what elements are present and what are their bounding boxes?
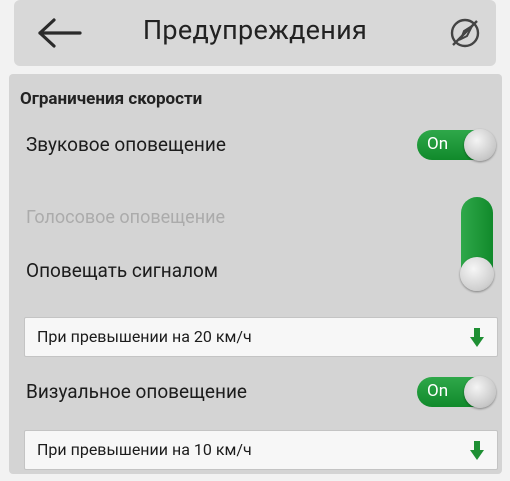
arrow-left-icon	[38, 18, 82, 48]
switch-knob	[464, 129, 496, 161]
sound-alert-switch[interactable]: On	[417, 129, 496, 161]
voice-signal-toggle[interactable]	[460, 197, 494, 293]
toggle-knob	[460, 257, 494, 291]
arrow-down-icon	[470, 441, 484, 460]
voice-alert-label: Голосовое оповещение	[26, 207, 226, 228]
gps-toggle-button[interactable]	[448, 16, 482, 50]
signal-alert-label: Оповещать сигналом	[26, 259, 218, 282]
sound-alert-label: Звуковое оповещение	[26, 133, 226, 156]
page-title: Предупреждения	[142, 14, 368, 46]
switch-knob	[464, 376, 496, 408]
switch-state-text: On	[427, 134, 449, 154]
section-title: Ограничения скорости	[20, 89, 203, 109]
back-button[interactable]	[36, 17, 82, 49]
visual-threshold-dropdown[interactable]: При превышении на 10 км/ч	[24, 430, 498, 470]
sound-threshold-dropdown[interactable]: При превышении на 20 км/ч	[24, 317, 498, 357]
gps-off-icon	[450, 18, 480, 48]
visual-alert-switch[interactable]: On	[417, 376, 496, 408]
dropdown-value: При превышении на 20 км/ч	[37, 327, 252, 346]
visual-alert-label: Визуальное оповещение	[26, 380, 248, 403]
arrow-down-icon	[470, 328, 484, 347]
dropdown-value: При превышении на 10 км/ч	[37, 440, 252, 459]
header-bar: Предупреждения	[14, 0, 496, 66]
switch-state-text: On	[427, 381, 449, 401]
